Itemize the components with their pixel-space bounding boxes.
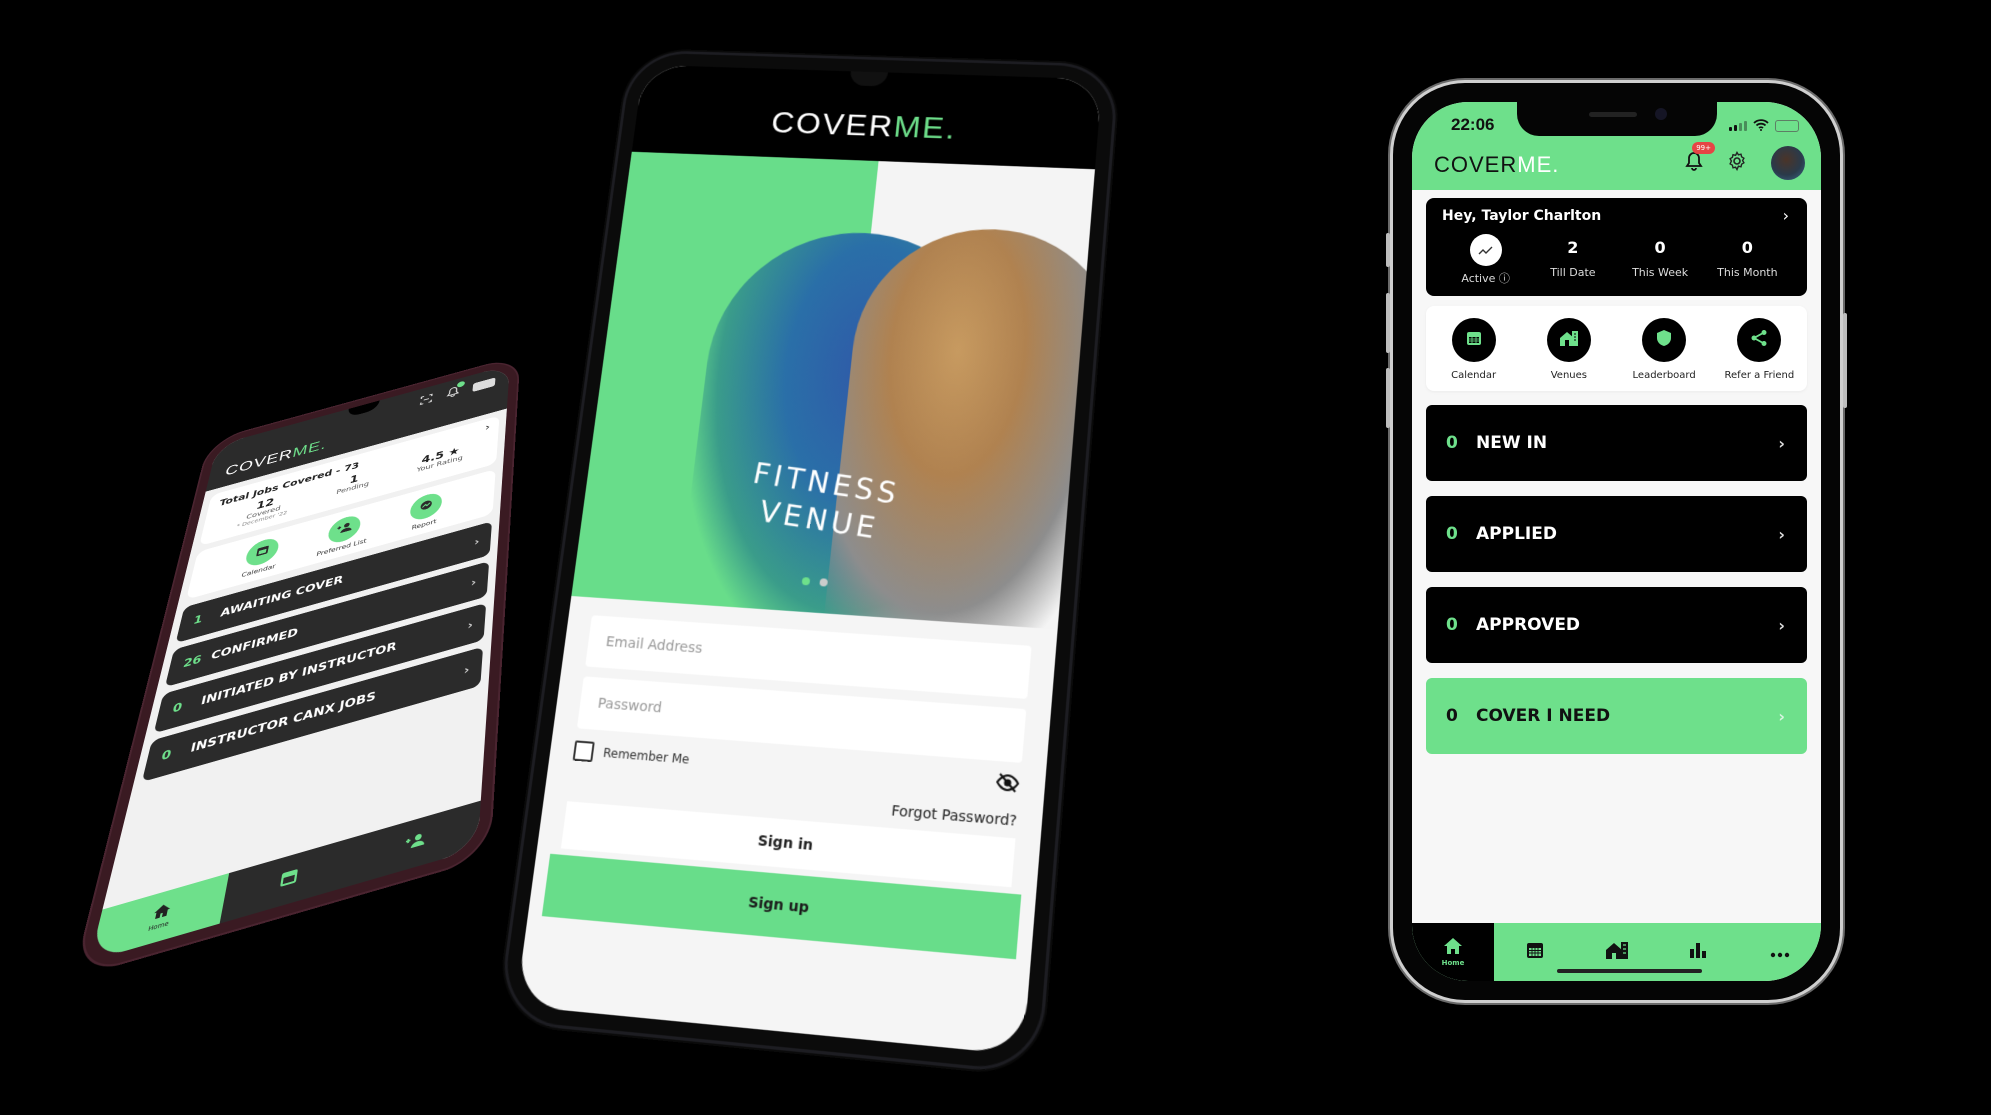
wifi-icon — [1753, 116, 1769, 135]
middle-phone-frame: COVERME. FITNESS VENUE Email Address Rem… — [499, 52, 1117, 1073]
row-count: 0 — [1446, 706, 1458, 726]
action-refer-friend[interactable]: Refer a Friend — [1712, 318, 1807, 381]
carousel-dots — [801, 577, 829, 587]
venues-icon — [1559, 329, 1579, 351]
calendar-icon — [1525, 940, 1545, 964]
stat-this-month: 0 This Month — [1704, 234, 1791, 286]
notifications-button[interactable]: 99+ — [1685, 142, 1715, 175]
row-count: 0 — [1446, 524, 1458, 544]
password-input[interactable] — [594, 694, 1009, 745]
chevron-right-icon: › — [1778, 615, 1785, 635]
action-calendar[interactable]: Calendar — [1426, 318, 1521, 381]
logo-cover: COVER — [769, 105, 896, 144]
stat-label: This Month — [1717, 266, 1778, 279]
stat-this-week: 0 This Week — [1617, 234, 1704, 286]
logo-me: ME — [892, 109, 948, 146]
venues-icon — [1605, 940, 1629, 964]
stat-value: 0 — [1741, 238, 1753, 257]
row-approved[interactable]: 0 APPROVED › — [1426, 587, 1807, 663]
notification-badge: 99+ — [1692, 142, 1715, 154]
avatar[interactable] — [1771, 146, 1805, 180]
bell-icon — [1685, 152, 1703, 175]
app-header: 22:06 COVERME. 99+ — [1412, 102, 1821, 190]
carousel-dot-active[interactable] — [801, 577, 811, 586]
chevron-right-icon: › — [1782, 206, 1789, 225]
stat-label: Active ⓘ — [1461, 272, 1510, 285]
stat-label: Till Date — [1550, 266, 1596, 279]
power-button — [1843, 313, 1847, 408]
status-time: 22:06 — [1451, 115, 1495, 134]
calendar-icon — [1465, 329, 1483, 351]
tab-home[interactable]: Home — [1412, 923, 1494, 981]
gear-icon[interactable] — [1727, 151, 1747, 175]
right-phone-screen: 22:06 COVERME. 99+ Hey, Taylor Charlton … — [1412, 102, 1821, 981]
camera-notch — [849, 71, 889, 87]
remember-me-label: Remember Me — [602, 745, 691, 767]
action-label: Calendar — [1451, 370, 1497, 381]
carousel-dot[interactable] — [819, 578, 829, 587]
app-logo: COVERME. — [1434, 152, 1559, 178]
row-count: 0 — [1446, 615, 1458, 635]
logo-cover: COVER — [1434, 152, 1518, 177]
stat-value: 2 — [1567, 238, 1579, 257]
home-indicator[interactable] — [1557, 969, 1702, 973]
row-applied[interactable]: 0 APPLIED › — [1426, 496, 1807, 572]
login-form: Remember Me Forgot Password? Sign in Sig… — [528, 596, 1058, 961]
volume-down-button — [1386, 368, 1390, 428]
share-icon — [1750, 329, 1768, 351]
more-icon — [1770, 943, 1790, 962]
logo-dot: . — [944, 111, 959, 146]
logo-dot: . — [1552, 152, 1560, 177]
status-icons — [1729, 116, 1799, 135]
bottom-tab-bar: Home — [1412, 923, 1821, 981]
notch — [1516, 102, 1717, 136]
front-camera — [1654, 108, 1667, 120]
home-icon — [1443, 937, 1463, 959]
row-label: APPLIED — [1476, 524, 1557, 544]
stat-till-date: 2 Till Date — [1529, 234, 1616, 286]
signal-icon — [1729, 120, 1747, 131]
volume-up-button — [1386, 293, 1390, 353]
greeting-card[interactable]: Hey, Taylor Charlton › Active ⓘ 2 Till D… — [1426, 198, 1807, 296]
email-input[interactable] — [602, 632, 1014, 681]
row-label: APPROVED — [1476, 615, 1581, 635]
tab-label: Home — [1441, 959, 1465, 967]
stat-label: This Week — [1632, 266, 1689, 279]
bar-chart-icon — [1688, 941, 1708, 963]
job-status-list: 0 NEW IN › 0 APPLIED › 0 APPROVED › 0 CO… — [1426, 405, 1807, 754]
action-label: Refer a Friend — [1724, 370, 1795, 381]
remember-me-checkbox[interactable]: Remember Me — [572, 740, 691, 769]
stat-active[interactable]: Active ⓘ — [1442, 234, 1529, 286]
activity-stats: Active ⓘ 2 Till Date 0 This Week 0 This … — [1442, 234, 1791, 286]
action-label: Leaderboard — [1632, 370, 1696, 381]
shield-icon — [1656, 329, 1672, 351]
action-venues[interactable]: Venues — [1521, 318, 1616, 381]
row-count: 0 — [1446, 433, 1458, 453]
right-phone-frame: 22:06 COVERME. 99+ Hey, Taylor Charlton … — [1386, 83, 1847, 1000]
quick-actions: Calendar Venues Leaderboard Refer a Frie… — [1426, 306, 1807, 391]
logo-me: ME — [1517, 152, 1553, 177]
chevron-right-icon: › — [1778, 433, 1785, 453]
chevron-right-icon: › — [1778, 706, 1785, 726]
trend-icon — [1478, 241, 1494, 260]
stat-value: 0 — [1654, 238, 1666, 257]
chevron-right-icon: › — [1778, 524, 1785, 544]
action-leaderboard[interactable]: Leaderboard — [1617, 318, 1712, 381]
middle-phone-screen: COVERME. FITNESS VENUE Email Address Rem… — [515, 64, 1103, 1056]
mute-switch — [1386, 233, 1390, 267]
action-label: Venues — [1550, 370, 1587, 381]
row-label: NEW IN — [1476, 433, 1548, 453]
hero-carousel[interactable]: FITNESS VENUE — [571, 151, 1095, 630]
greeting-text: Hey, Taylor Charlton — [1442, 208, 1602, 224]
battery-icon — [1775, 119, 1799, 132]
row-label: COVER I NEED — [1476, 706, 1611, 726]
row-cover-i-need[interactable]: 0 COVER I NEED › — [1426, 678, 1807, 754]
checkbox-box[interactable] — [572, 740, 595, 763]
row-new-in[interactable]: 0 NEW IN › — [1426, 405, 1807, 481]
tab-more[interactable] — [1739, 923, 1821, 981]
app-logo: COVERME. — [634, 101, 1099, 152]
header-actions: 99+ — [1685, 142, 1805, 180]
eye-off-icon[interactable] — [994, 771, 1021, 798]
